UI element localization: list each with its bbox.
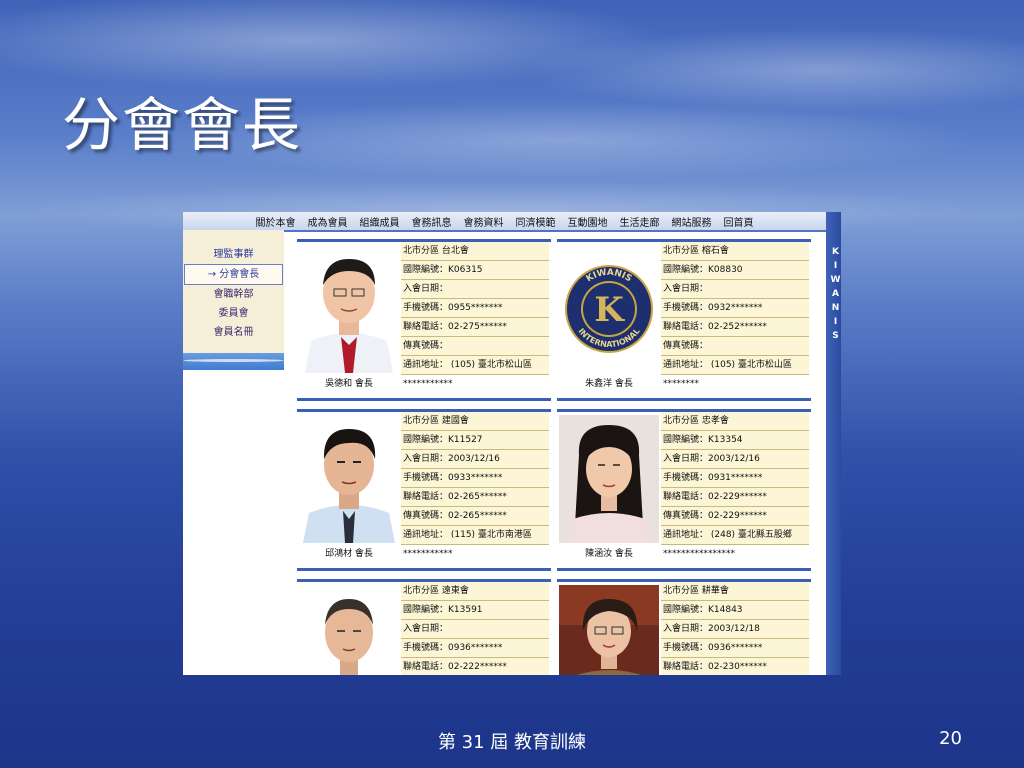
international-id: 國際編號：K13354 bbox=[661, 431, 809, 450]
club-name: 北市分區 遠東會 bbox=[401, 582, 549, 601]
nav-item-join[interactable]: 成為會員 bbox=[308, 214, 348, 229]
brand-letter: S bbox=[832, 331, 839, 341]
contact-phone: 聯絡電話：02-275****** bbox=[401, 318, 549, 337]
fax-number: 傳真號碼：02-265****** bbox=[401, 507, 549, 526]
masked-field: *********** bbox=[403, 549, 453, 559]
president-name: 邱鴻材 會長 bbox=[325, 549, 373, 559]
sidebar-item-club-presidents[interactable]: → 分會會長 bbox=[184, 264, 283, 285]
contact-phone: 聯絡電話：02-222****** bbox=[401, 658, 549, 675]
president-name: 陳涵汝 會長 bbox=[585, 549, 633, 559]
president-card: 北市分區 耕華會 國際編號：K14843 入會日期：2003/12/18 手機號… bbox=[557, 579, 811, 675]
fax-number: 傳真號碼：02-229****** bbox=[661, 507, 809, 526]
join-date: 入會日期： bbox=[661, 280, 809, 299]
website-screenshot: 關於本會 成為會員 組織成員 會務訊息 會務資料 同濟模範 互動園地 生活走廊 … bbox=[183, 212, 841, 675]
join-date: 入會日期： bbox=[401, 620, 549, 639]
president-card: 北市分區 建國會 國際編號：K11527 入會日期：2003/12/16 手機號… bbox=[297, 409, 551, 571]
president-photo bbox=[299, 585, 399, 675]
fax-number: 傳真號碼： bbox=[661, 337, 809, 356]
contact-phone: 聯絡電話：02-230****** bbox=[661, 658, 809, 675]
mobile-number: 手機號碼：0933******* bbox=[401, 469, 549, 488]
president-photo bbox=[559, 585, 659, 675]
kiwanis-vertical-text: K I W A N I S bbox=[828, 247, 841, 341]
svg-text:K: K bbox=[594, 290, 625, 330]
join-date: 入會日期： bbox=[401, 280, 549, 299]
top-navigation: 關於本會 成為會員 組織成員 會務訊息 會務資料 同濟模範 互動園地 生活走廊 … bbox=[183, 212, 826, 232]
club-name: 北市分區 建國會 bbox=[401, 412, 549, 431]
nav-item-about[interactable]: 關於本會 bbox=[256, 214, 296, 229]
president-name: 吳德和 會長 bbox=[325, 379, 373, 389]
nav-item-documents[interactable]: 會務資料 bbox=[464, 214, 504, 229]
join-date: 入會日期：2003/12/16 bbox=[401, 450, 549, 469]
brand-letter: W bbox=[830, 275, 841, 285]
mobile-number: 手機號碼：0932******* bbox=[661, 299, 809, 318]
contact-phone: 聯絡電話：02-252****** bbox=[661, 318, 809, 337]
nav-item-life[interactable]: 生活走廊 bbox=[620, 214, 660, 229]
brand-letter: I bbox=[833, 261, 838, 271]
sidebar-wave-decoration bbox=[183, 353, 284, 370]
mobile-number: 手機號碼：0931******* bbox=[661, 469, 809, 488]
fax-number: 傳真號碼： bbox=[401, 337, 549, 356]
mailing-address: 通訊地址： (248) 臺北縣五股鄉 bbox=[661, 526, 809, 545]
nav-item-home[interactable]: 回首頁 bbox=[724, 214, 754, 229]
mailing-address: 通訊地址： (115) 臺北市南港區 bbox=[401, 526, 549, 545]
nav-item-models[interactable]: 同濟模範 bbox=[516, 214, 556, 229]
kiwanis-logo: KIWANIS INTERNATIONAL K bbox=[559, 245, 659, 373]
club-name: 北市分區 忠孝會 bbox=[661, 412, 809, 431]
president-name: 朱鑫洋 會長 bbox=[585, 379, 633, 389]
mobile-number: 手機號碼：0936******* bbox=[661, 639, 809, 658]
join-date: 入會日期：2003/12/18 bbox=[661, 620, 809, 639]
slide-footer: 第 31 屆 教育訓練 bbox=[437, 732, 587, 753]
brand-letter: I bbox=[833, 317, 838, 327]
slide-title: 分會會長 bbox=[62, 91, 303, 159]
contact-phone: 聯絡電話：02-229****** bbox=[661, 488, 809, 507]
president-card: 北市分區 台北會 國際編號：K06315 入會日期： 手機號碼：0955****… bbox=[297, 239, 551, 401]
sidebar-item-committees[interactable]: 委員會 bbox=[183, 304, 284, 323]
mailing-address: 通訊地址： (105) 臺北市松山區 bbox=[661, 356, 809, 375]
mailing-address: 通訊地址： (105) 臺北市松山區 bbox=[401, 356, 549, 375]
sidebar-item-board[interactable]: 理監事群 bbox=[183, 245, 284, 264]
president-photo bbox=[299, 245, 399, 373]
sidebar: 理監事群 → 分會會長 會職幹部 委員會 會員名冊 bbox=[183, 230, 284, 370]
brand-letter: A bbox=[832, 289, 839, 299]
contact-phone: 聯絡電話：02-265****** bbox=[401, 488, 549, 507]
brand-letter: K bbox=[832, 247, 839, 257]
president-card: KIWANIS INTERNATIONAL K 北市分區 榕石會 國際編號：K0… bbox=[557, 239, 811, 401]
sidebar-item-member-list[interactable]: 會員名冊 bbox=[183, 323, 284, 342]
club-name: 北市分區 台北會 bbox=[401, 242, 549, 261]
mobile-number: 手機號碼：0955******* bbox=[401, 299, 549, 318]
international-id: 國際編號：K14843 bbox=[661, 601, 809, 620]
masked-field: *********** bbox=[403, 379, 453, 389]
nav-item-interactive[interactable]: 互動園地 bbox=[568, 214, 608, 229]
right-brand-bar: K I W A N I S bbox=[826, 212, 841, 675]
president-photo bbox=[559, 415, 659, 543]
masked-field: **************** bbox=[663, 549, 735, 559]
president-card: 北市分區 忠孝會 國際編號：K13354 入會日期：2003/12/16 手機號… bbox=[557, 409, 811, 571]
international-id: 國際編號：K11527 bbox=[401, 431, 549, 450]
brand-letter: N bbox=[831, 303, 840, 313]
international-id: 國際編號：K13591 bbox=[401, 601, 549, 620]
nav-item-services[interactable]: 網站服務 bbox=[672, 214, 712, 229]
nav-item-news[interactable]: 會務訊息 bbox=[412, 214, 452, 229]
international-id: 國際編號：K06315 bbox=[401, 261, 549, 280]
president-card: 北市分區 遠東會 國際編號：K13591 入會日期： 手機號碼：0936****… bbox=[297, 579, 551, 675]
international-id: 國際編號：K08830 bbox=[661, 261, 809, 280]
nav-item-members[interactable]: 組織成員 bbox=[360, 214, 400, 229]
mobile-number: 手機號碼：0936******* bbox=[401, 639, 549, 658]
join-date: 入會日期：2003/12/16 bbox=[661, 450, 809, 469]
slide-page-number: 20 bbox=[939, 728, 962, 749]
sidebar-item-officers[interactable]: 會職幹部 bbox=[183, 285, 284, 304]
president-photo bbox=[299, 415, 399, 543]
club-name: 北市分區 榕石會 bbox=[661, 242, 809, 261]
club-name: 北市分區 耕華會 bbox=[661, 582, 809, 601]
masked-field: ******** bbox=[663, 379, 699, 389]
